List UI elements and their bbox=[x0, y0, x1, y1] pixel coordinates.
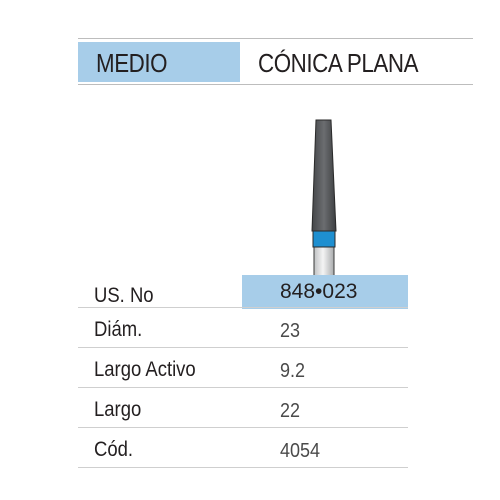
spec-value: 4054 bbox=[280, 440, 321, 462]
spec-row-length: Largo 22 bbox=[78, 390, 408, 428]
grit-grade-label: MEDIO bbox=[96, 48, 168, 78]
spec-label: Cód. bbox=[94, 438, 134, 461]
bur-cutting-body bbox=[311, 119, 337, 232]
grit-grade-cell: MEDIO bbox=[78, 42, 240, 82]
spec-value: 23 bbox=[280, 320, 301, 342]
us-no-value-cell: 848•023 bbox=[242, 275, 408, 309]
spec-row-diameter: Diám. 23 bbox=[78, 310, 408, 348]
row-divider bbox=[78, 467, 408, 468]
us-no-row: US. No 848•023 bbox=[78, 270, 408, 309]
row-divider bbox=[78, 427, 408, 428]
us-no-label: US. No bbox=[94, 284, 154, 307]
spec-value: 22 bbox=[280, 400, 301, 422]
spec-value: 9.2 bbox=[280, 360, 306, 382]
shape-name-label: CÓNICA PLANA bbox=[258, 48, 419, 78]
us-no-value: 848•023 bbox=[280, 280, 358, 303]
row-divider bbox=[78, 307, 408, 308]
header-bottom-divider bbox=[78, 84, 473, 85]
spec-label: Largo bbox=[94, 398, 142, 421]
spec-row-working-length: Largo Activo 9.2 bbox=[78, 350, 408, 388]
bur-illustration bbox=[311, 119, 337, 278]
header-top-divider bbox=[78, 38, 473, 39]
spec-label: Diám. bbox=[94, 318, 143, 341]
spec-row-code: Cód. 4054 bbox=[78, 430, 408, 468]
row-divider bbox=[78, 347, 408, 348]
spec-label: Largo Activo bbox=[94, 358, 196, 381]
bur-blue-ring bbox=[312, 230, 336, 248]
product-spec-card: MEDIO CÓNICA PLANA US. No 848•023 Diám. … bbox=[0, 0, 500, 500]
header-bar: MEDIO CÓNICA PLANA bbox=[78, 38, 473, 85]
row-divider bbox=[78, 387, 408, 388]
